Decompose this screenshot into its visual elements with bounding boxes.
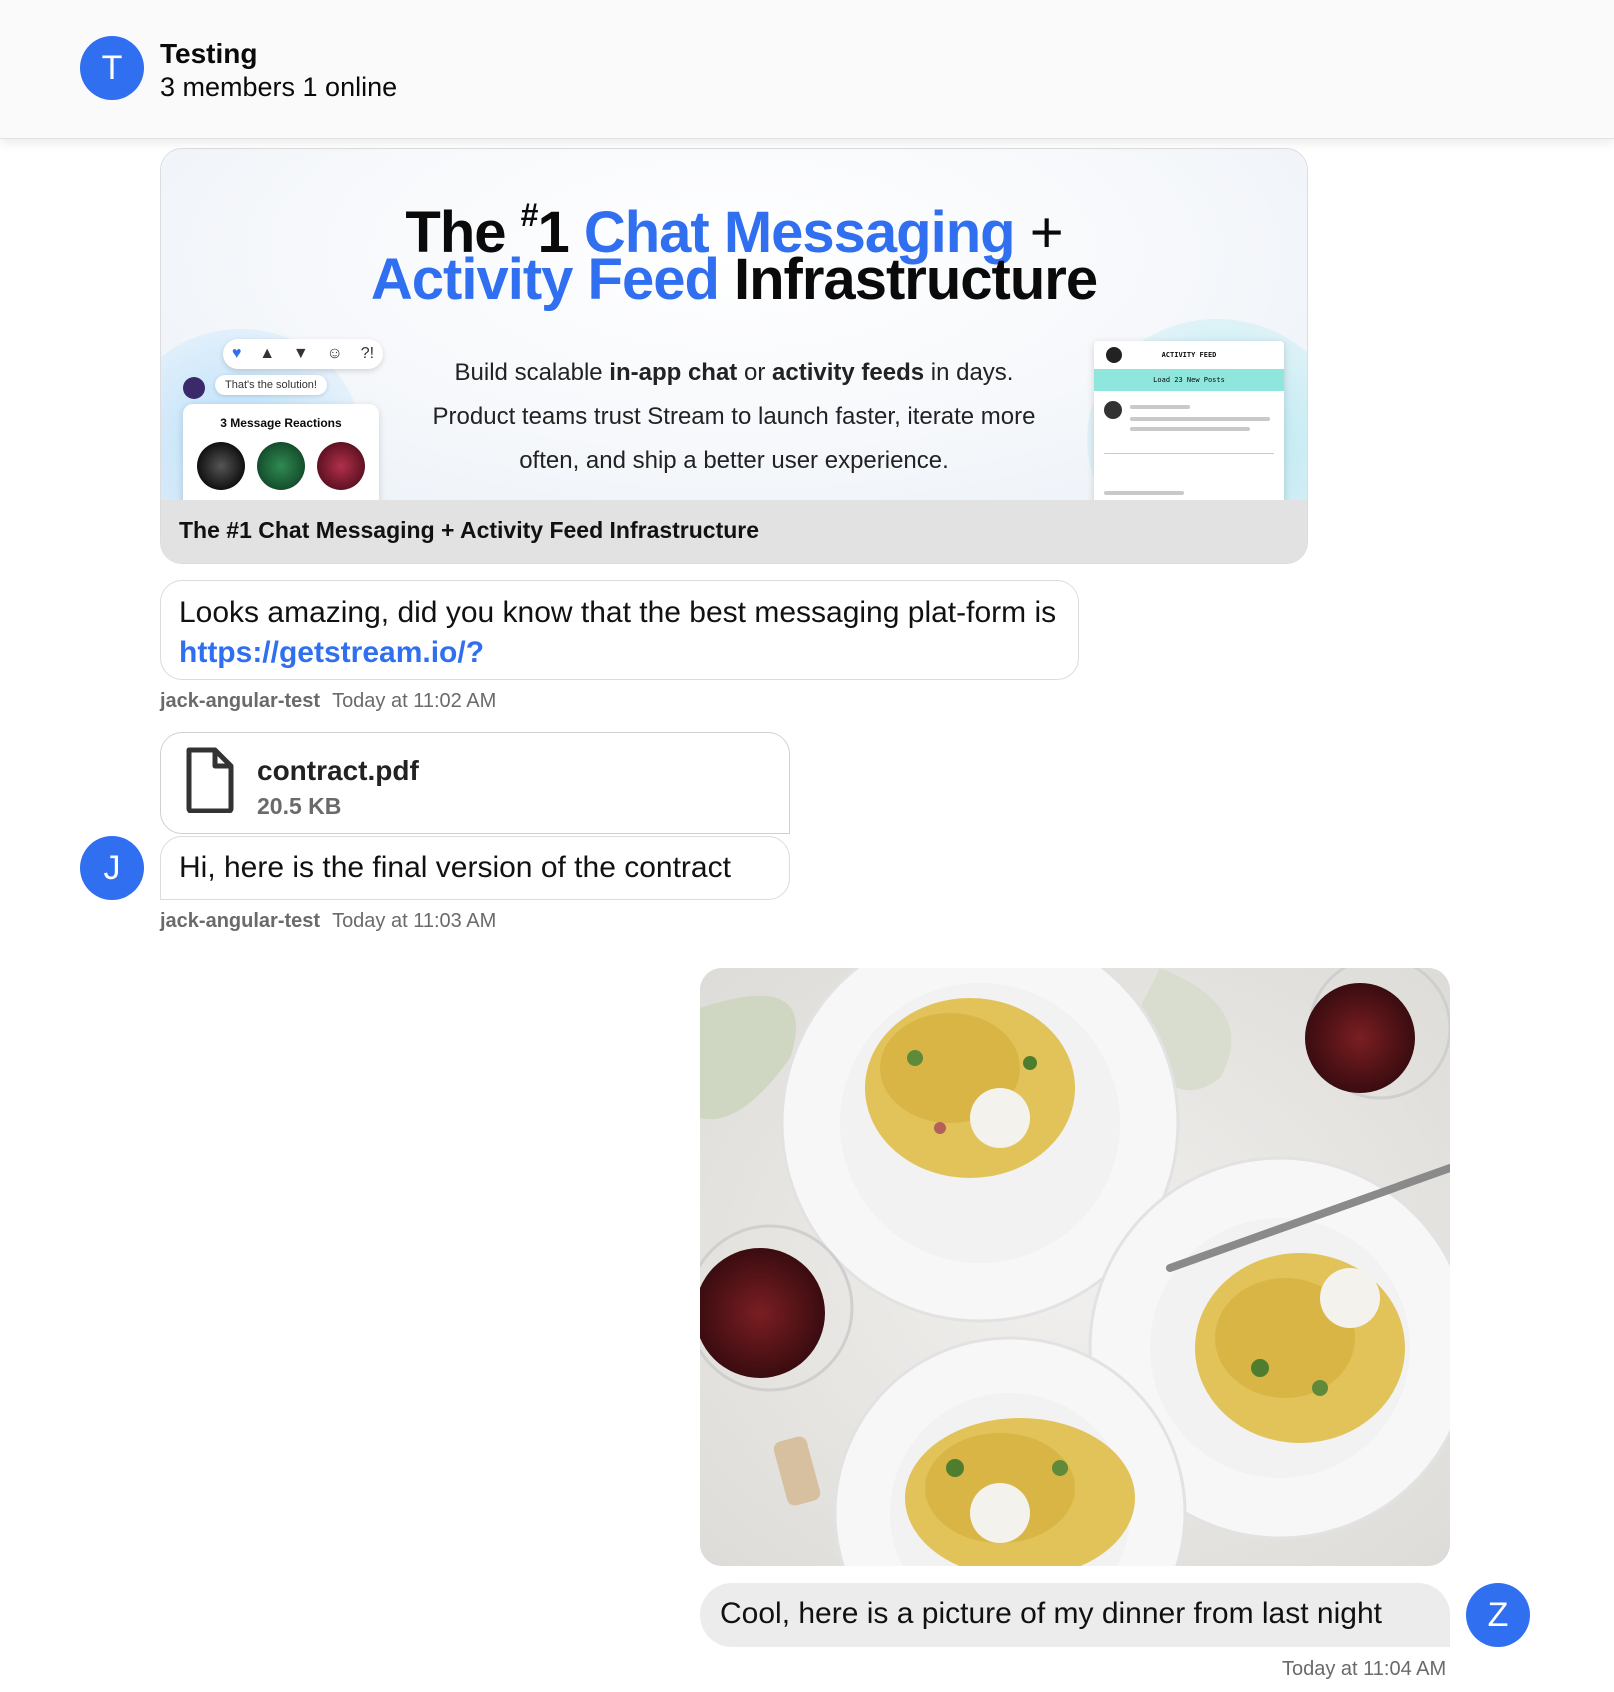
message-bubble: Looks amazing, did you know that the bes… <box>160 580 1079 680</box>
message-text: Hi, here is the final version of the con… <box>179 851 731 884</box>
mock-activity-feed: ACTIVITY FEED Load 23 New Posts <box>1094 341 1284 500</box>
lol-icon: ☺ <box>326 345 343 362</box>
mock-text-line <box>1130 427 1250 431</box>
user-avatar[interactable]: Z <box>1466 1583 1530 1647</box>
message-author: jack-angular-test <box>160 910 321 932</box>
mock-feed-bar: Load 23 New Posts <box>1094 369 1284 391</box>
hero-description: Build scalable in-app chat or activity f… <box>432 359 1036 474</box>
link-preview-image: The #1 Chat Messaging + Activity Feed In… <box>161 149 1307 500</box>
channel-header: T Testing 3 members 1 online <box>0 0 1614 139</box>
divider <box>1104 453 1274 454</box>
message-author: jack-angular-test <box>160 690 321 712</box>
file-size: 20.5 KB <box>257 793 342 819</box>
message-text: Cool, here is a picture of my dinner fro… <box>720 1597 1382 1630</box>
question-icon: ?! <box>360 345 375 362</box>
link-preview-card[interactable]: The #1 Chat Messaging + Activity Feed In… <box>160 148 1308 564</box>
link-preview-title[interactable]: The #1 Chat Messaging + Activity Feed In… <box>179 517 759 544</box>
mock-avatar <box>197 442 245 490</box>
channel-avatar[interactable]: T <box>80 36 144 100</box>
message-link[interactable]: https://getstream.io/? <box>179 636 484 669</box>
file-icon <box>186 747 234 813</box>
user-avatar[interactable]: J <box>80 836 144 900</box>
channel-member-count: 3 members 1 online <box>160 72 398 102</box>
message-timestamp: Today at 11:02 AM <box>332 690 497 712</box>
message-timestamp: Today at 11:03 AM <box>332 910 497 932</box>
message-meta: jack-angular-test Today at 11:03 AM <box>160 910 496 933</box>
mock-card-title: 3 Message Reactions <box>220 416 342 430</box>
mock-feed-title: ACTIVITY FEED <box>1161 351 1217 359</box>
mock-avatar <box>183 377 205 399</box>
mock-message-bubble: That's the solution! <box>215 375 327 395</box>
mock-reactions-card: 3 Message Reactions <box>183 404 379 500</box>
message-bubble-own: Cool, here is a picture of my dinner fro… <box>700 1583 1450 1647</box>
message-text: Looks amazing, did you know that the bes… <box>179 596 1057 629</box>
message-timestamp: Today at 11:04 AM <box>1282 1658 1447 1680</box>
reaction-bar-mock: ♥ ▲ ▼ ☺ ?! <box>223 339 383 369</box>
mock-avatar <box>257 442 305 490</box>
thumbs-up-icon: ▲ <box>259 345 276 362</box>
dinner-photo <box>700 968 1450 1566</box>
hero-headline-line-2: Activity Feed Infrastructure <box>370 247 1098 312</box>
mock-text-line <box>1130 417 1270 421</box>
heart-icon: ♥ <box>231 345 242 362</box>
mock-avatar <box>317 442 365 490</box>
mock-avatar <box>1104 401 1122 419</box>
file-attachment[interactable]: contract.pdf 20.5 KB <box>160 732 790 834</box>
mock-text-line <box>1130 405 1190 409</box>
message-bubble: Hi, here is the final version of the con… <box>160 836 790 900</box>
thumbs-down-icon: ▼ <box>292 345 309 362</box>
image-attachment[interactable] <box>700 968 1450 1566</box>
message-meta: jack-angular-test Today at 11:02 AM <box>160 690 496 713</box>
file-name[interactable]: contract.pdf <box>257 755 419 787</box>
channel-title: Testing <box>160 38 258 69</box>
link-preview-title-bar: The #1 Chat Messaging + Activity Feed In… <box>161 500 1307 563</box>
mock-text-line <box>1104 491 1184 495</box>
